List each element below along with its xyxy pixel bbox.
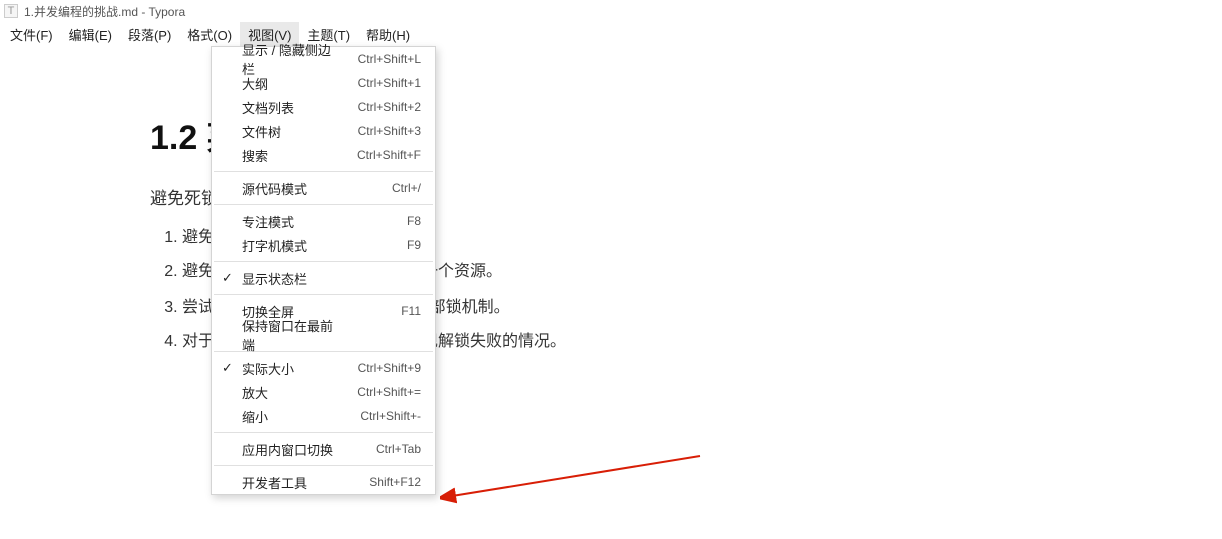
menu-item-label: 大纲 xyxy=(242,74,341,93)
menu-item-shortcut: Ctrl+Shift+2 xyxy=(341,100,421,114)
menu-item[interactable]: 大纲Ctrl+Shift+1 xyxy=(212,71,435,95)
menu-item-label: 保持窗口在最前端 xyxy=(242,316,341,354)
menu-item-shortcut: Ctrl+Tab xyxy=(341,442,421,456)
menu-item-label: 打字机模式 xyxy=(242,236,341,255)
menu-separator xyxy=(214,432,433,433)
view-menu-dropdown: 显示 / 隐藏侧边栏Ctrl+Shift+L大纲Ctrl+Shift+1文档列表… xyxy=(211,46,436,495)
menu-separator xyxy=(214,204,433,205)
menu-separator xyxy=(214,465,433,466)
menu-item[interactable]: 放大Ctrl+Shift+= xyxy=(212,380,435,404)
menu-item[interactable]: ✓ 显示状态栏 xyxy=(212,266,435,290)
menu-item-label: 文件树 xyxy=(242,122,341,141)
check-icon: ✓ xyxy=(222,360,233,376)
window-title: 1.并发编程的挑战.md - Typora xyxy=(24,3,185,20)
menu-item-label: 应用内窗口切换 xyxy=(242,440,341,459)
editor-content[interactable]: 1.2 弃 避免死锁 避免避免资源，尽量保证每个锁只占用一个资源。尝试ock(t… xyxy=(0,46,1222,357)
menu-item-shortcut: Ctrl+/ xyxy=(341,181,421,195)
menu-item[interactable]: 保持窗口在最前端 xyxy=(212,323,435,347)
app-icon: T xyxy=(4,4,18,18)
menu-段落(P)[interactable]: 段落(P) xyxy=(120,22,179,47)
menu-item-label: 缩小 xyxy=(242,407,341,426)
menu-separator xyxy=(214,261,433,262)
menu-item-label: 显示状态栏 xyxy=(242,269,341,288)
menu-item-shortcut: Ctrl+Shift+= xyxy=(341,385,421,399)
check-icon: ✓ xyxy=(222,270,233,286)
menu-格式(O)[interactable]: 格式(O) xyxy=(179,22,240,47)
menu-item[interactable]: 搜索Ctrl+Shift+F xyxy=(212,143,435,167)
menu-item[interactable]: 开发者工具Shift+F12 xyxy=(212,470,435,494)
menu-item-shortcut: Shift+F12 xyxy=(341,475,421,489)
menu-item[interactable]: 源代码模式Ctrl+/ xyxy=(212,176,435,200)
menu-item-shortcut: Ctrl+Shift+9 xyxy=(341,361,421,375)
menu-item[interactable]: 文件树Ctrl+Shift+3 xyxy=(212,119,435,143)
menu-帮助(H)[interactable]: 帮助(H) xyxy=(358,22,418,47)
menu-item[interactable]: 打字机模式F9 xyxy=(212,233,435,257)
menu-item[interactable]: 文档列表Ctrl+Shift+2 xyxy=(212,95,435,119)
menu-item-shortcut: Ctrl+Shift+1 xyxy=(341,76,421,90)
menu-item[interactable]: 缩小Ctrl+Shift+- xyxy=(212,404,435,428)
menu-item[interactable]: 应用内窗口切换Ctrl+Tab xyxy=(212,437,435,461)
menu-item-label: 放大 xyxy=(242,383,341,402)
menu-item[interactable]: ✓ 实际大小Ctrl+Shift+9 xyxy=(212,356,435,380)
menu-item-shortcut: Ctrl+Shift+L xyxy=(341,52,421,66)
menu-item-shortcut: Ctrl+Shift+- xyxy=(341,409,421,423)
menu-item-shortcut: F11 xyxy=(341,304,421,318)
menu-separator xyxy=(214,294,433,295)
annotation-arrow xyxy=(440,436,710,516)
menu-item-shortcut: Ctrl+Shift+3 xyxy=(341,124,421,138)
menu-item[interactable]: 显示 / 隐藏侧边栏Ctrl+Shift+L xyxy=(212,47,435,71)
menu-item-label: 文档列表 xyxy=(242,98,341,117)
menu-编辑(E)[interactable]: 编辑(E) xyxy=(61,22,120,47)
menu-item[interactable]: 专注模式F8 xyxy=(212,209,435,233)
menu-item-label: 专注模式 xyxy=(242,212,341,231)
menu-item-label: 实际大小 xyxy=(242,359,341,378)
menu-separator xyxy=(214,171,433,172)
menu-item-label: 搜索 xyxy=(242,146,341,165)
menubar: 文件(F)编辑(E)段落(P)格式(O)视图(V)主题(T)帮助(H) xyxy=(0,22,1222,46)
menu-item-shortcut: Ctrl+Shift+F xyxy=(341,148,421,162)
window-titlebar: T 1.并发编程的挑战.md - Typora xyxy=(0,0,1222,22)
menu-item-shortcut: F9 xyxy=(341,238,421,252)
menu-item-label: 源代码模式 xyxy=(242,179,341,198)
menu-item-label: 开发者工具 xyxy=(242,473,341,492)
menu-文件(F)[interactable]: 文件(F) xyxy=(0,22,61,47)
menu-item-shortcut: F8 xyxy=(341,214,421,228)
